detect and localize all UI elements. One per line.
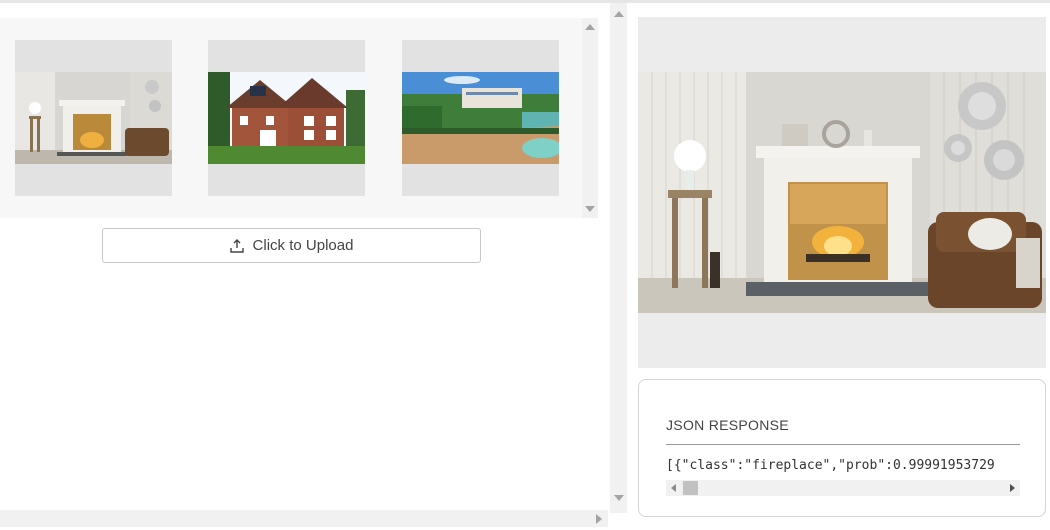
json-response-text[interactable]: [{"class":"fireplace","prob":0.999919537… — [666, 458, 1045, 478]
left-pane-vertical-scrollbar[interactable] — [610, 3, 627, 513]
scrollbar-thumb[interactable] — [683, 481, 698, 495]
scroll-down-icon[interactable] — [614, 495, 624, 501]
fireplace-thumbnail-image — [15, 72, 172, 164]
upload-button-label: Click to Upload — [252, 237, 354, 254]
scroll-up-icon[interactable] — [614, 11, 624, 17]
example-gallery — [0, 18, 582, 218]
gallery-thumbnail-beach[interactable] — [402, 40, 559, 196]
left-pane: Click to Upload — [0, 3, 608, 513]
scroll-down-icon[interactable] — [585, 206, 595, 212]
json-title-divider — [666, 444, 1020, 445]
beach-thumbnail-image — [402, 72, 559, 164]
gallery-scrollbar[interactable] — [582, 18, 598, 218]
scroll-right-icon[interactable] — [596, 514, 602, 524]
click-to-upload-button[interactable]: Click to Upload — [102, 228, 481, 263]
upload-icon — [229, 238, 244, 253]
scroll-up-icon[interactable] — [585, 24, 595, 30]
json-response-title: JSON RESPONSE — [666, 417, 789, 433]
house-thumbnail-image — [208, 72, 365, 164]
scroll-right-icon[interactable] — [1010, 484, 1015, 492]
gallery-thumbnail-house[interactable] — [208, 40, 365, 196]
scroll-left-icon[interactable] — [671, 484, 676, 492]
fireplace-preview-image — [638, 72, 1046, 313]
image-preview-panel — [638, 17, 1046, 368]
json-response-panel: JSON RESPONSE [{"class":"fireplace","pro… — [638, 379, 1046, 517]
json-horizontal-scrollbar[interactable] — [666, 480, 1020, 496]
gallery-thumbnail-fireplace[interactable] — [15, 40, 172, 196]
left-pane-horizontal-scrollbar[interactable] — [0, 510, 608, 527]
